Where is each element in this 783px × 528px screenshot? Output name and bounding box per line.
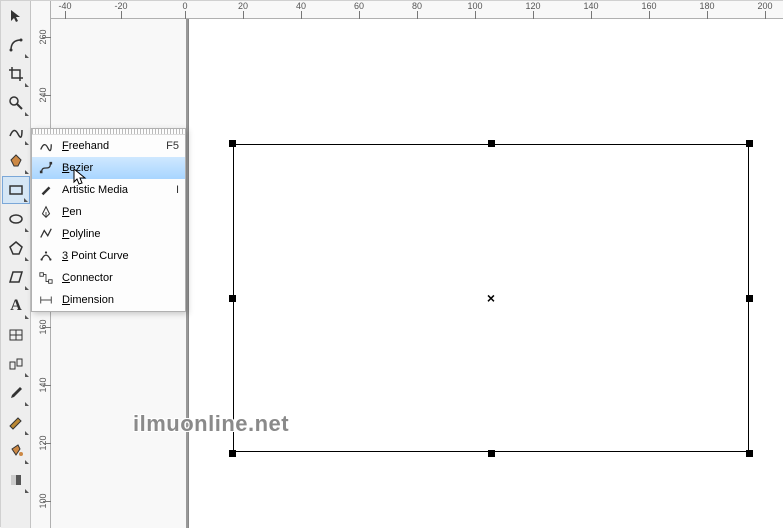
pen-icon	[36, 205, 56, 219]
table-tool[interactable]	[2, 321, 30, 349]
flyout-bezier[interactable]: Bezier	[32, 157, 185, 179]
sel-handle-bl[interactable]	[229, 450, 236, 457]
flyout-polyline[interactable]: Polyline	[32, 223, 185, 245]
flyout-artistic-media[interactable]: Artistic Media I	[32, 179, 185, 201]
pick-tool[interactable]	[2, 2, 30, 30]
basic-shapes-tool[interactable]	[2, 263, 30, 291]
h-tick: 60	[354, 1, 364, 11]
zoom-tool[interactable]	[2, 89, 30, 117]
bezier-icon	[36, 161, 56, 175]
mouse-cursor	[73, 168, 87, 186]
dimension-icon	[36, 293, 56, 307]
flyout-shortcut: I	[176, 184, 181, 196]
sel-handle-tl[interactable]	[229, 140, 236, 147]
shape-tool[interactable]	[2, 31, 30, 59]
text-tool[interactable]: A	[2, 292, 30, 320]
sel-handle-tm[interactable]	[488, 140, 495, 147]
artistic-media-icon	[36, 183, 56, 197]
freehand-icon	[36, 139, 56, 153]
h-tick: -40	[58, 1, 71, 11]
sel-handle-tr[interactable]	[746, 140, 753, 147]
h-tick: 120	[525, 1, 540, 11]
h-tick: 40	[296, 1, 306, 11]
polygon-tool[interactable]	[2, 234, 30, 262]
h-tick: 80	[412, 1, 422, 11]
flyout-shortcut: F5	[166, 140, 181, 152]
polyline-icon	[36, 227, 56, 241]
crop-tool[interactable]	[2, 60, 30, 88]
flyout-label: Connector	[62, 272, 173, 284]
h-tick: 160	[641, 1, 656, 11]
sel-handle-mr[interactable]	[746, 295, 753, 302]
freehand-tool[interactable]	[2, 118, 30, 146]
sel-center-mark: ×	[487, 290, 495, 306]
fill-tool[interactable]	[2, 437, 30, 465]
flyout-label: Dimension	[62, 294, 173, 306]
smart-fill-tool[interactable]	[2, 147, 30, 175]
curve-tools-flyout: Freehand F5 Bezier Artistic Media I Pen …	[31, 128, 186, 312]
flyout-label: Pen	[62, 206, 173, 218]
h-tick: 200	[757, 1, 772, 11]
flyout-pen[interactable]: Pen	[32, 201, 185, 223]
toolbox: A	[1, 1, 31, 528]
flyout-connector[interactable]: Connector	[32, 267, 185, 289]
h-tick: -20	[114, 1, 127, 11]
outline-tool[interactable]	[2, 408, 30, 436]
connector-icon	[36, 271, 56, 285]
ellipse-tool[interactable]	[2, 205, 30, 233]
3point-curve-icon	[36, 249, 56, 263]
h-tick: 180	[699, 1, 714, 11]
watermark: ilmuonline.net	[133, 411, 289, 437]
h-tick: 100	[467, 1, 482, 11]
flyout-dimension[interactable]: Dimension	[32, 289, 185, 311]
rectangle-tool[interactable]	[2, 176, 30, 204]
horizontal-ruler: -40 -20 0 20 40 60 80 100 120 140 160 18…	[31, 1, 783, 19]
h-tick: 140	[583, 1, 598, 11]
flyout-3point-curve[interactable]: 3 Point Curve	[32, 245, 185, 267]
flyout-label: 3 Point Curve	[62, 250, 173, 262]
flyout-freehand[interactable]: Freehand F5	[32, 135, 185, 157]
flyout-label: Freehand	[62, 140, 160, 152]
sel-handle-br[interactable]	[746, 450, 753, 457]
h-tick: 20	[238, 1, 248, 11]
eyedropper-tool[interactable]	[2, 379, 30, 407]
flyout-label: Polyline	[62, 228, 173, 240]
blend-tool[interactable]	[2, 350, 30, 378]
sel-handle-ml[interactable]	[229, 295, 236, 302]
sel-handle-bm[interactable]	[488, 450, 495, 457]
h-tick: 0	[182, 1, 187, 11]
interactive-fill-tool[interactable]	[2, 466, 30, 494]
